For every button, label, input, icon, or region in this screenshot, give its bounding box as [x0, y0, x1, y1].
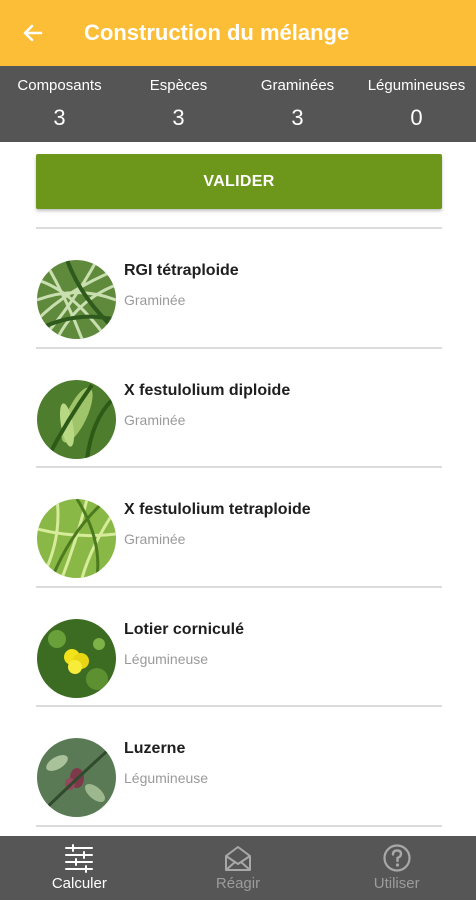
- yellow-flower-photo: [37, 618, 116, 698]
- stat-label: Légumineuses: [367, 77, 466, 94]
- arrow-left-icon: [23, 24, 43, 42]
- back-button[interactable]: [0, 0, 66, 66]
- list-item[interactable]: X festulolium tetraploide Graminée: [0, 468, 476, 588]
- species-name: X festulolium diploide: [124, 381, 291, 399]
- help-circle-icon: [383, 844, 411, 872]
- species-name: Luzerne: [124, 740, 186, 757]
- stat-especes: Espèces 3: [119, 66, 238, 142]
- list-item[interactable]: RGI tétraploide Graminée: [0, 229, 476, 349]
- stat-label: Composants: [17, 77, 102, 94]
- envelope-icon: [225, 846, 251, 871]
- tab-utiliser[interactable]: Utiliser: [317, 836, 476, 900]
- species-list: RGI tétraploide Graminée X festulolium d…: [0, 229, 476, 827]
- species-type: Graminée: [124, 292, 186, 308]
- alfalfa-photo: [37, 738, 116, 817]
- species-type: Légumineuse: [124, 770, 209, 786]
- species-name: RGI tétraploide: [124, 262, 239, 279]
- tab-calculer[interactable]: Calculer: [0, 836, 159, 900]
- species-name: X festulolium tetraploide: [124, 501, 311, 518]
- tab-label: Réagir: [215, 875, 261, 892]
- stats-bar: Composants 3 Espèces 3 Graminées 3 Légum…: [0, 66, 476, 142]
- tab-reagir[interactable]: Réagir: [159, 836, 318, 900]
- stat-label: Espèces: [149, 77, 208, 94]
- tab-label: Utiliser: [373, 875, 420, 892]
- stat-graminees: Graminées 3: [238, 66, 357, 142]
- stat-composants: Composants 3: [0, 66, 119, 142]
- validate-button[interactable]: VALIDER: [36, 154, 442, 209]
- tab-label: Calculer: [51, 875, 107, 892]
- stat-value: 3: [53, 105, 66, 130]
- stat-value: 3: [291, 105, 304, 130]
- grass-photo: [37, 379, 116, 459]
- list-item[interactable]: X festulolium diploide Graminée: [0, 349, 476, 468]
- stat-legumineuses: Légumineuses 0: [357, 66, 476, 142]
- stat-label: Graminées: [260, 77, 335, 94]
- item-divider: [36, 824, 442, 827]
- sliders-icon: [65, 844, 94, 873]
- stat-value: 0: [410, 105, 423, 130]
- species-name: Lotier corniculé: [124, 620, 245, 638]
- bottom-nav: Calculer Réagir Utiliser: [0, 836, 476, 900]
- stat-value: 3: [172, 105, 185, 130]
- grass-photo: [37, 260, 116, 339]
- grass-photo: [37, 499, 116, 578]
- app-bar: Construction du mélange: [0, 0, 476, 66]
- list-item[interactable]: Lotier corniculé Légumineuse: [0, 588, 476, 707]
- page-title: Construction du mélange: [84, 20, 350, 45]
- species-type: Graminée: [124, 531, 186, 547]
- species-type: Légumineuse: [124, 650, 209, 667]
- species-type: Graminée: [124, 411, 186, 428]
- list-item[interactable]: Luzerne Légumineuse: [0, 707, 476, 827]
